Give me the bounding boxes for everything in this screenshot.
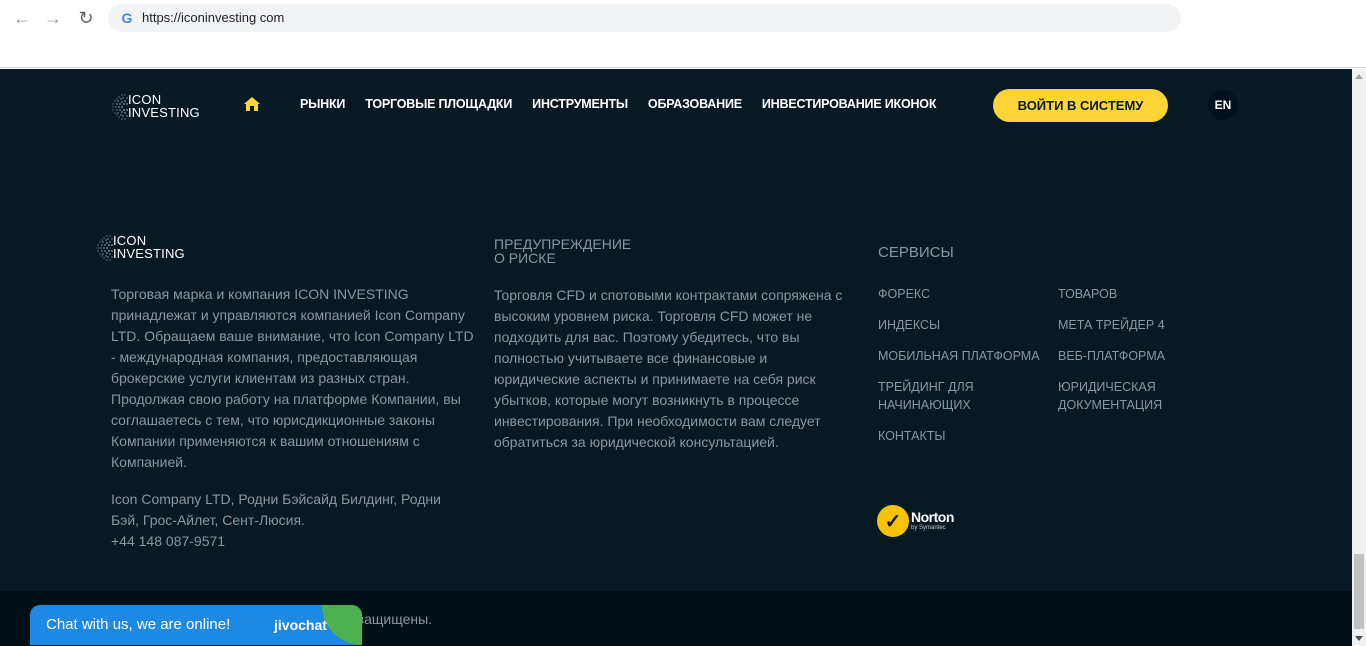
company-address: Icon Company LTD, Родни Бэйсайд Билдинг,… [111, 489, 471, 552]
address-bar[interactable]: G https://iconinvesting com [108, 4, 1181, 32]
logo-line2: INVESTING [128, 105, 200, 120]
service-link-indices[interactable]: ИНДЕКСЫ [878, 316, 940, 334]
chat-green-corner [322, 605, 362, 645]
jivochat-logo: jivochat [274, 617, 327, 633]
norton-badge[interactable]: ✓ Norton by Symantec [877, 505, 954, 537]
norton-name: Norton [911, 509, 954, 525]
menu-item-platforms[interactable]: ТОРГОВЫЕ ПЛОЩАДКИ [365, 97, 512, 111]
logo-dots-icon [95, 232, 117, 262]
scroll-thumb[interactable] [1354, 554, 1364, 629]
header-logo[interactable]: ICON INVESTING [110, 91, 200, 121]
menu-item-instruments[interactable]: ИНСТРУМЕНТЫ [532, 97, 628, 111]
service-link-mobile[interactable]: МОБИЛЬНАЯ ПЛАТФОРМА [878, 347, 1040, 365]
chat-widget[interactable]: Chat with us, we are online! jivochat [30, 605, 362, 645]
forward-arrow-icon[interactable]: → [42, 7, 64, 29]
about-text: Торговая марка и компания ICON INVESTING… [111, 286, 474, 470]
risk-title-line2: О РИСКЕ [494, 250, 556, 266]
google-icon: G [121, 10, 133, 26]
home-icon[interactable] [244, 97, 260, 111]
services-title: СЕРВИСЫ [878, 244, 954, 261]
footer-logo[interactable]: ICON INVESTING [95, 232, 185, 262]
chat-label[interactable]: Chat with us, we are online! [46, 616, 230, 633]
menu-item-education[interactable]: ОБРАЗОВАНИЕ [648, 97, 742, 111]
service-link-web-platform[interactable]: ВЕБ-ПЛАТФОРМА [1058, 347, 1165, 365]
service-link-beginners[interactable]: ТРЕЙДИНГ ДЛЯ НАЧИНАЮЩИХ [878, 378, 998, 414]
risk-title: ПРЕДУПРЕЖДЕНИЕ О РИСКЕ [494, 237, 631, 265]
main-menu: РЫНКИ ТОРГОВЫЕ ПЛОЩАДКИ ИНСТРУМЕНТЫ ОБРА… [300, 97, 936, 111]
service-link-legal-docs[interactable]: ЮРИДИЧЕСКАЯ ДОКУМЕНТАЦИЯ [1058, 378, 1178, 414]
menu-item-icon-investing[interactable]: ИНВЕСТИРОВАНИЕ ИКОНОК [762, 97, 937, 111]
login-button[interactable]: ВОЙТИ В СИСТЕМУ [993, 89, 1168, 122]
phone-number[interactable]: +44 148 087-9571 [111, 531, 471, 552]
norton-sub: by Symantec [911, 525, 946, 531]
page-scrollbar[interactable] [1352, 69, 1366, 646]
checkmark-icon: ✓ [877, 505, 909, 537]
risk-text: Торговля CFD и спотовыми контрактами соп… [494, 287, 843, 450]
site-page: ICON INVESTING РЫНКИ ТОРГОВЫЕ ПЛОЩАДКИ И… [0, 69, 1352, 646]
service-link-mt4[interactable]: МЕТА ТРЕЙДЕР 4 [1058, 316, 1165, 334]
service-link-forex[interactable]: ФОРЕКС [878, 285, 930, 303]
browser-toolbar: ← → ↻ G https://iconinvesting com [0, 0, 1366, 68]
reload-icon[interactable]: ↻ [75, 7, 97, 29]
service-link-commodities[interactable]: ТОВАРОВ [1058, 285, 1117, 303]
menu-item-markets[interactable]: РЫНКИ [300, 97, 345, 111]
scroll-down-icon[interactable] [1355, 636, 1363, 641]
risk-title-line1: ПРЕДУПРЕЖДЕНИЕ [494, 236, 632, 252]
language-switch[interactable]: EN [1208, 90, 1238, 120]
scroll-up-icon[interactable] [1355, 74, 1363, 79]
url-text[interactable]: https://iconinvesting com [142, 10, 284, 25]
address-text: Icon Company LTD, Родни Бэйсайд Билдинг,… [111, 491, 441, 528]
logo-dots-icon [110, 91, 132, 121]
logo-line2: INVESTING [113, 246, 185, 261]
service-link-contacts[interactable]: КОНТАКТЫ [878, 427, 945, 445]
back-arrow-icon[interactable]: ← [11, 7, 33, 29]
